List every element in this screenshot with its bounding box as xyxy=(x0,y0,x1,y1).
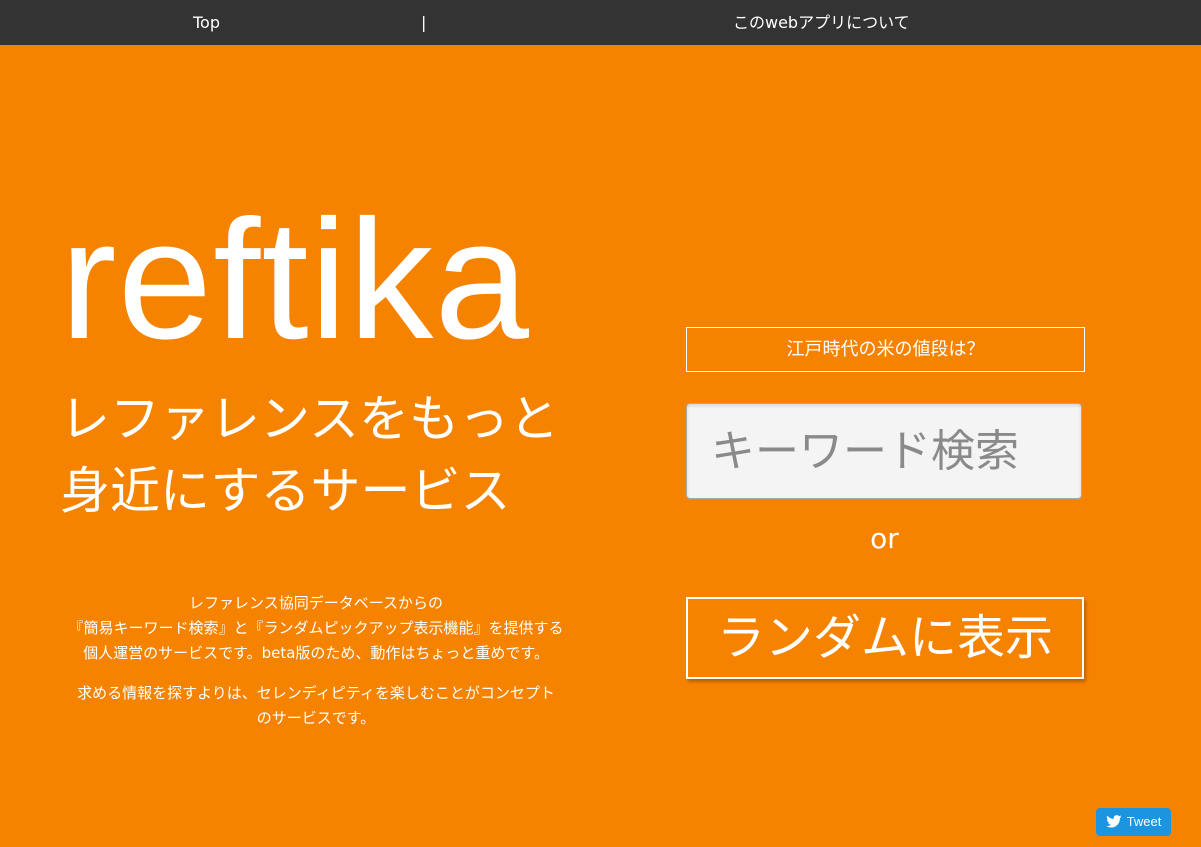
tagline-line-1: レファレンスをもっと xyxy=(60,390,559,448)
twitter-bird-icon xyxy=(1105,815,1122,828)
description-paragraph-2: 求める情報を探すよりは、セレンディピティを楽しむことがコンセプト のサービスです… xyxy=(52,681,580,731)
or-separator: or xyxy=(870,522,899,555)
keyword-search-input[interactable] xyxy=(686,403,1082,499)
nav-about-link[interactable]: このwebアプリについて xyxy=(733,0,910,45)
tagline-line-2: 身近にするサービス xyxy=(60,462,511,520)
tagline: レファレンスをもっと 身近にするサービス xyxy=(60,383,580,527)
tweet-label: Tweet xyxy=(1126,814,1162,829)
sample-question-link[interactable]: 江戸時代の米の値段は？ xyxy=(686,327,1085,372)
nav-top-link[interactable]: Top xyxy=(193,0,220,45)
description-line-4: 求める情報を探すよりは、セレンディピティを楽しむことがコンセプト xyxy=(77,684,555,702)
tweet-button[interactable]: Tweet xyxy=(1096,808,1171,836)
top-navbar: Top | このwebアプリについて xyxy=(0,0,1201,45)
description-line-5: のサービスです。 xyxy=(256,709,376,727)
service-description: レファレンス協同データベースからの 『簡易キーワード検索』と『ランダムピックアッ… xyxy=(52,591,580,746)
random-display-button[interactable]: ランダムに表示 xyxy=(686,597,1084,679)
site-logo: reftika xyxy=(60,185,530,375)
hero-section: reftika レファレンスをもっと 身近にするサービス レファレンス協同データ… xyxy=(0,45,1201,847)
description-paragraph-1: レファレンス協同データベースからの 『簡易キーワード検索』と『ランダムピックアッ… xyxy=(52,591,580,666)
nav-separator: | xyxy=(421,13,427,32)
description-line-1: レファレンス協同データベースからの xyxy=(189,594,443,612)
description-line-3: 個人運営のサービスです。beta版のため、動作はちょっと重めです。 xyxy=(83,644,549,662)
description-line-2: 『簡易キーワード検索』と『ランダムピックアップ表示機能』を提供する xyxy=(68,619,564,637)
